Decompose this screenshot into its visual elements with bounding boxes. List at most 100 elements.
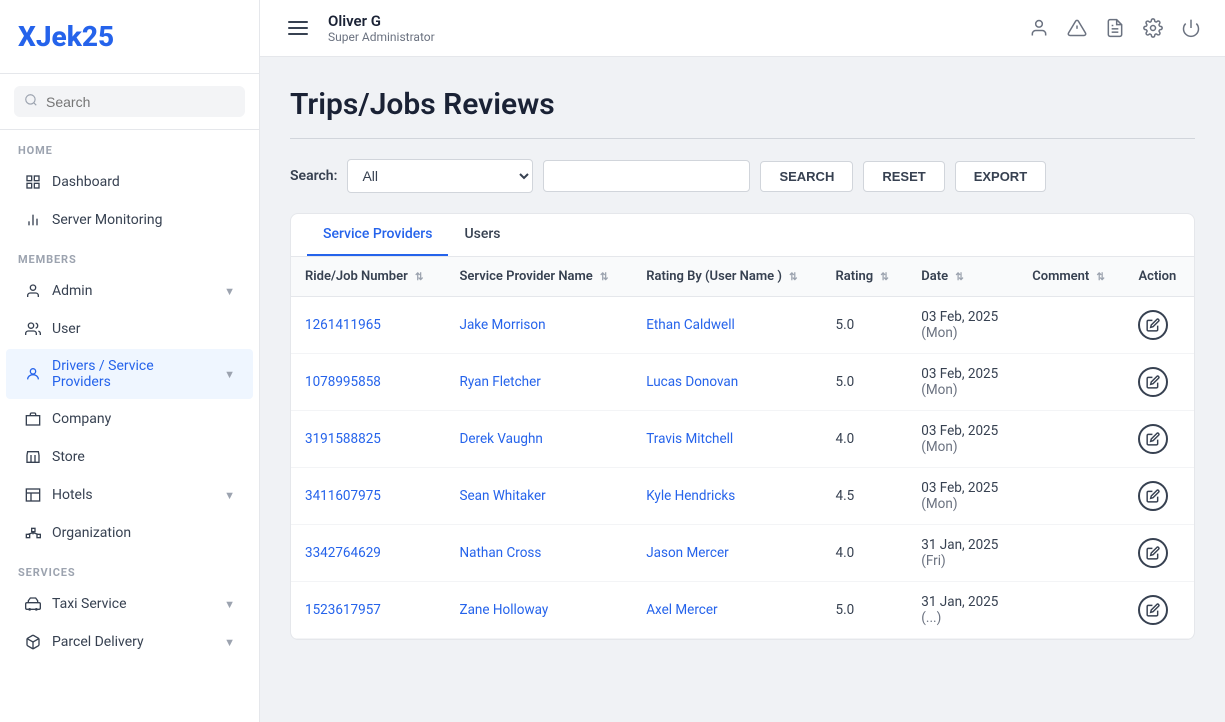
search-input[interactable] (46, 94, 235, 110)
sidebar-item-server-monitoring[interactable]: Server Monitoring (6, 202, 253, 238)
search-icon (24, 92, 38, 111)
filter-text-input[interactable] (543, 160, 750, 192)
sidebar-item-user[interactable]: User (6, 311, 253, 347)
ride-job-link[interactable]: 1523617957 (305, 602, 381, 618)
provider-link[interactable]: Sean Whitaker (460, 488, 546, 504)
sidebar-item-parcel-delivery-label: Parcel Delivery (52, 634, 144, 650)
col-comment: Comment ⇅ (1018, 257, 1124, 297)
company-icon (24, 410, 42, 428)
tab-service-providers[interactable]: Service Providers (307, 214, 448, 256)
provider-link[interactable]: Nathan Cross (460, 545, 542, 561)
topbar: Oliver G Super Administrator (260, 0, 1225, 57)
sort-icon: ⇅ (789, 272, 797, 283)
hamburger-button[interactable] (284, 17, 312, 39)
col-provider-name: Service Provider Name ⇅ (446, 257, 633, 297)
topbar-user-name: Oliver G (328, 12, 435, 30)
sidebar-item-drivers-service[interactable]: Drivers / Service Providers ▼ (6, 349, 253, 399)
sidebar-item-drivers-service-label: Drivers / Service Providers (52, 358, 214, 390)
edit-action-button[interactable] (1138, 424, 1168, 454)
cell-rating: 5.0 (822, 582, 908, 639)
rating-by-link[interactable]: Travis Mitchell (646, 431, 733, 447)
page-title: Trips/Jobs Reviews (290, 87, 1195, 139)
cell-date: 03 Feb, 2025(Mon) (907, 354, 1018, 411)
logo-text: XJek (18, 20, 82, 53)
chevron-down-icon: ▼ (224, 636, 235, 649)
topbar-document-button[interactable] (1105, 18, 1125, 38)
rating-by-link[interactable]: Axel Mercer (646, 602, 717, 618)
ride-job-link[interactable]: 3342764629 (305, 545, 381, 561)
provider-link[interactable]: Derek Vaughn (460, 431, 543, 447)
ride-job-link[interactable]: 3191588825 (305, 431, 381, 447)
edit-action-button[interactable] (1138, 367, 1168, 397)
cell-ride-job: 3342764629 (291, 525, 446, 582)
rating-by-link[interactable]: Kyle Hendricks (646, 488, 735, 504)
reset-button[interactable]: RESET (863, 161, 944, 192)
cell-rating-by: Kyle Hendricks (632, 468, 821, 525)
cell-date: 03 Feb, 2025(Mon) (907, 411, 1018, 468)
ride-job-link[interactable]: 1261411965 (305, 317, 381, 333)
sidebar-item-hotels-label: Hotels (52, 487, 93, 503)
edit-action-button[interactable] (1138, 595, 1168, 625)
sidebar-item-parcel-delivery[interactable]: Parcel Delivery ▼ (6, 624, 253, 660)
main-content: Oliver G Super Administrator Trips/Jobs … (260, 0, 1225, 722)
cell-provider: Zane Holloway (446, 582, 633, 639)
edit-action-button[interactable] (1138, 538, 1168, 568)
tab-users[interactable]: Users (448, 214, 516, 256)
sidebar-item-company[interactable]: Company (6, 401, 253, 437)
cell-provider: Nathan Cross (446, 525, 633, 582)
edit-action-button[interactable] (1138, 481, 1168, 511)
rating-by-link[interactable]: Jason Mercer (646, 545, 728, 561)
bar-chart-icon (24, 211, 42, 229)
rating-by-link[interactable]: Lucas Donovan (646, 374, 738, 390)
cell-action (1124, 297, 1194, 354)
ride-job-link[interactable]: 1078995858 (305, 374, 381, 390)
export-button[interactable]: EXPORT (955, 161, 1046, 192)
topbar-user-role: Super Administrator (328, 30, 435, 44)
cell-ride-job: 3411607975 (291, 468, 446, 525)
provider-link[interactable]: Zane Holloway (460, 602, 549, 618)
sidebar-item-admin[interactable]: Admin ▼ (6, 273, 253, 309)
edit-action-button[interactable] (1138, 310, 1168, 340)
topbar-alert-button[interactable] (1067, 18, 1087, 38)
chevron-down-icon: ▼ (224, 368, 235, 381)
provider-link[interactable]: Ryan Fletcher (460, 374, 541, 390)
cell-action (1124, 468, 1194, 525)
sidebar-item-dashboard[interactable]: Dashboard (6, 164, 253, 200)
sidebar-item-store[interactable]: Store (6, 439, 253, 475)
rating-by-link[interactable]: Ethan Caldwell (646, 317, 735, 333)
sidebar-item-dashboard-label: Dashboard (52, 174, 120, 190)
col-rating-by: Rating By (User Name ) ⇅ (632, 257, 821, 297)
topbar-power-button[interactable] (1181, 18, 1201, 38)
sidebar-item-taxi-service[interactable]: Taxi Service ▼ (6, 586, 253, 622)
cell-date: 03 Feb, 2025(Mon) (907, 297, 1018, 354)
table-row: 1523617957 Zane Holloway Axel Mercer 5.0… (291, 582, 1194, 639)
cell-comment (1018, 411, 1124, 468)
filter-dropdown[interactable]: All Ride/Job Number Service Provider Nam… (347, 159, 533, 193)
cell-comment (1018, 525, 1124, 582)
cell-action (1124, 354, 1194, 411)
sidebar-item-admin-label: Admin (52, 283, 92, 299)
table-body: 1261411965 Jake Morrison Ethan Caldwell … (291, 297, 1194, 639)
sort-icon: ⇅ (1097, 272, 1105, 283)
cell-ride-job: 1261411965 (291, 297, 446, 354)
cell-comment (1018, 297, 1124, 354)
topbar-gear-button[interactable] (1143, 18, 1163, 38)
sort-icon: ⇅ (600, 272, 608, 283)
table-row: 3411607975 Sean Whitaker Kyle Hendricks … (291, 468, 1194, 525)
sidebar-item-server-monitoring-label: Server Monitoring (52, 212, 162, 228)
provider-link[interactable]: Jake Morrison (460, 317, 546, 333)
sidebar-item-hotels[interactable]: Hotels ▼ (6, 477, 253, 513)
cell-rating: 5.0 (822, 354, 908, 411)
cell-comment (1018, 468, 1124, 525)
ride-job-link[interactable]: 3411607975 (305, 488, 381, 504)
cell-action (1124, 525, 1194, 582)
chevron-down-icon: ▼ (224, 285, 235, 298)
topbar-person-button[interactable] (1029, 18, 1049, 38)
table-tabs: Service Providers Users (291, 214, 1194, 257)
person-circle-icon (24, 365, 42, 383)
cell-rating-by: Travis Mitchell (632, 411, 821, 468)
search-button[interactable]: SEARCH (760, 161, 853, 192)
sidebar-item-organization[interactable]: Organization (6, 515, 253, 551)
col-action: Action (1124, 257, 1194, 297)
cell-action (1124, 582, 1194, 639)
